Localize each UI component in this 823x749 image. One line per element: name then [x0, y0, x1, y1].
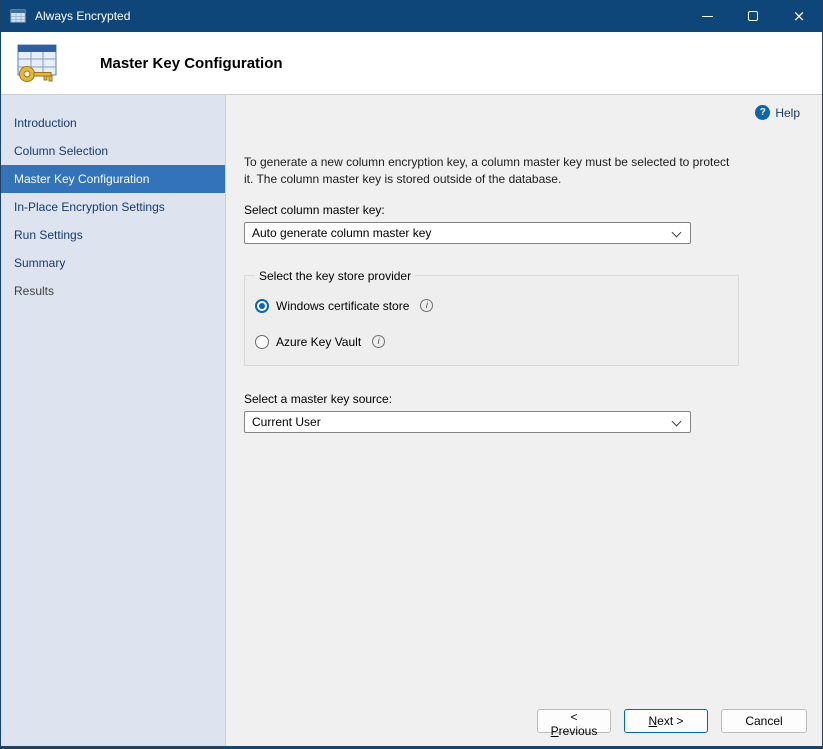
sidebar-item-run-settings[interactable]: Run Settings [1, 221, 225, 249]
radio-row-windows-certificate-store[interactable]: Windows certificate store i [255, 299, 726, 313]
intro-text: To generate a new column encryption key,… [244, 154, 800, 188]
sidebar-item-introduction[interactable]: Introduction [1, 109, 225, 137]
key-store-provider-group-label: Select the key store provider [255, 269, 415, 283]
help-label: Help [775, 106, 800, 120]
column-master-key-label: Select column master key: [244, 203, 822, 217]
sidebar-item-in-place-encryption-settings[interactable]: In-Place Encryption Settings [1, 193, 225, 221]
sidebar-item-master-key-configuration[interactable]: Master Key Configuration [1, 165, 225, 193]
close-icon: × [793, 9, 806, 24]
minimize-icon [702, 16, 713, 17]
help-link[interactable]: ? Help [755, 105, 800, 120]
maximize-button[interactable] [730, 0, 776, 32]
wizard-body: Introduction Column Selection Master Key… [1, 95, 822, 746]
master-key-source-select[interactable]: Current User [244, 411, 691, 433]
app-icon [10, 8, 26, 24]
key-store-provider-group: Select the key store provider Windows ce… [244, 269, 739, 366]
column-master-key-select[interactable]: Auto generate column master key [244, 222, 691, 244]
sidebar: Introduction Column Selection Master Key… [1, 95, 226, 746]
info-icon[interactable]: i [420, 299, 433, 312]
page-title: Master Key Configuration [100, 55, 283, 72]
master-key-source-value: Current User [252, 415, 321, 429]
sidebar-item-column-selection[interactable]: Column Selection [1, 137, 225, 165]
maximize-icon [748, 11, 758, 21]
window-controls: × [684, 0, 822, 32]
azure-key-vault-label: Azure Key Vault [276, 335, 361, 349]
master-key-source-label: Select a master key source: [244, 392, 822, 406]
window-title: Always Encrypted [35, 9, 130, 23]
table-key-icon [14, 42, 60, 88]
info-icon[interactable]: i [372, 335, 385, 348]
next-button[interactable]: Next > [624, 709, 708, 733]
always-encrypted-window: Always Encrypted × Master Key Con [0, 0, 823, 749]
azure-key-vault-radio[interactable] [255, 335, 269, 349]
close-button[interactable]: × [776, 0, 822, 32]
wizard-header: Master Key Configuration [1, 32, 822, 95]
help-icon: ? [755, 105, 770, 120]
radio-row-azure-key-vault[interactable]: Azure Key Vault i [255, 335, 726, 349]
minimize-button[interactable] [684, 0, 730, 32]
chevron-down-icon [672, 227, 682, 237]
cancel-button[interactable]: Cancel [721, 709, 807, 733]
column-master-key-value: Auto generate column master key [252, 226, 431, 240]
sidebar-item-summary[interactable]: Summary [1, 249, 225, 277]
chevron-down-icon [672, 416, 682, 426]
previous-button[interactable]: < Previous [537, 709, 611, 733]
main-content: ? Help To generate a new column encrypti… [226, 95, 822, 746]
sidebar-item-results: Results [1, 277, 225, 305]
footer-buttons: < Previous Next > Cancel [244, 709, 822, 746]
titlebar: Always Encrypted × [1, 0, 822, 32]
windows-certificate-store-radio[interactable] [255, 299, 269, 313]
windows-certificate-store-label: Windows certificate store [276, 299, 409, 313]
